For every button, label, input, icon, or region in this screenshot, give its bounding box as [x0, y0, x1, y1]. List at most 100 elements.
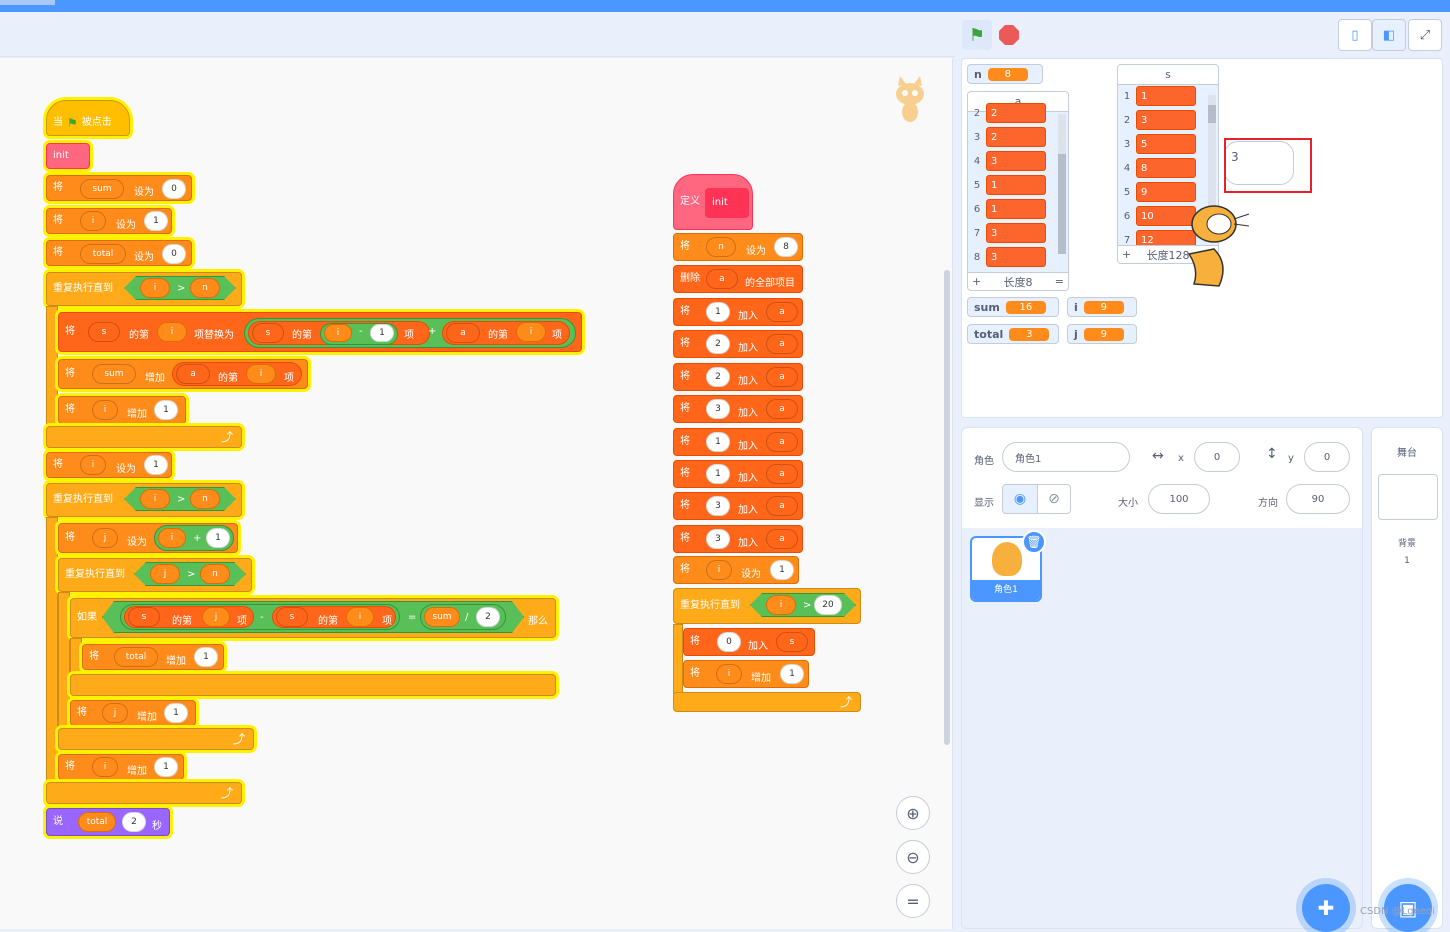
list-value[interactable]: 3 [1136, 110, 1196, 130]
i-reporter[interactable]: i [246, 364, 276, 384]
var-dropdown[interactable]: j [102, 703, 128, 723]
sprite-name-input[interactable]: 角色1 [1002, 442, 1130, 472]
green-flag-icon[interactable]: ⚑ [962, 20, 992, 50]
list-value[interactable]: 1 [986, 199, 1046, 219]
list-dropdown[interactable]: a [706, 269, 738, 289]
list-dropdown[interactable]: s [88, 322, 120, 342]
n-reporter[interactable]: n [190, 278, 220, 298]
value-input[interactable]: 1 [206, 528, 230, 548]
list-dropdown[interactable]: a [766, 399, 798, 419]
value-input[interactable]: 1 [164, 703, 188, 723]
list-scrollbar[interactable] [1058, 114, 1066, 254]
resize-handle[interactable]: = [1055, 275, 1064, 288]
list-dropdown[interactable]: a [766, 334, 798, 354]
i-reporter[interactable]: i [140, 489, 170, 509]
value-input[interactable]: 0 [162, 244, 186, 264]
zoom-in-button[interactable]: ⊕ [896, 796, 930, 830]
show-visible-icon[interactable]: ◉ [1002, 484, 1038, 514]
value-input[interactable]: 1 [370, 324, 394, 342]
var-dropdown[interactable]: i [92, 400, 118, 420]
i-reporter[interactable]: i [157, 322, 187, 342]
value-input[interactable]: 1 [154, 400, 178, 420]
list-item[interactable]: 35 [1118, 133, 1196, 155]
list-dropdown[interactable]: s [128, 607, 160, 627]
total-reporter[interactable]: total [78, 812, 116, 832]
list-dropdown[interactable]: a [766, 464, 798, 484]
x-input[interactable]: 0 [1194, 442, 1240, 472]
list-value[interactable]: 3 [986, 151, 1046, 171]
list-item[interactable]: 32 [968, 126, 1046, 148]
value-input[interactable]: 2 [706, 367, 730, 387]
list-item[interactable]: 48 [1118, 157, 1196, 179]
small-stage-icon[interactable]: ▯ [1338, 19, 1372, 51]
stage-selector-panel[interactable]: 舞台 背景 1 ▣ [1371, 427, 1443, 932]
var-dropdown[interactable]: i [80, 455, 106, 475]
fullscreen-icon[interactable]: ⤢ [1408, 19, 1442, 51]
value-input[interactable]: 1 [144, 455, 168, 475]
var-dropdown[interactable]: total [80, 244, 126, 264]
list-item[interactable]: 11 [1118, 85, 1196, 107]
value-input[interactable]: 3 [706, 399, 730, 419]
backdrop-thumbnail[interactable] [1378, 474, 1438, 520]
value-input[interactable]: 0 [717, 632, 741, 652]
list-dropdown[interactable]: a [766, 432, 798, 452]
list-item[interactable]: 23 [1118, 109, 1196, 131]
zoom-out-button[interactable]: ⊖ [896, 840, 930, 874]
var-dropdown[interactable]: total [114, 647, 158, 667]
list-dropdown[interactable]: s [276, 607, 308, 627]
workspace-scrollbar[interactable] [944, 270, 950, 745]
value-input[interactable]: 1 [770, 560, 794, 580]
add-item-button[interactable]: + [1122, 248, 1131, 261]
list-item[interactable]: 43 [968, 150, 1046, 172]
list-item[interactable]: 51 [968, 174, 1046, 196]
value-input[interactable]: 20 [814, 595, 842, 615]
zoom-reset-button[interactable]: = [896, 884, 930, 918]
list-dropdown[interactable]: a [766, 367, 798, 387]
delete-sprite-icon[interactable]: 🗑 [1022, 530, 1046, 554]
value-input[interactable]: 1 [706, 302, 730, 322]
value-input[interactable]: 8 [774, 237, 798, 257]
value-input[interactable]: 2 [122, 812, 146, 832]
i-reporter[interactable]: i [324, 324, 352, 342]
value-input[interactable]: 1 [706, 464, 730, 484]
list-value[interactable]: 1 [986, 175, 1046, 195]
list-value[interactable]: 8 [1136, 158, 1196, 178]
list-dropdown[interactable]: s [776, 632, 808, 652]
value-input[interactable]: 1 [154, 757, 178, 777]
y-input[interactable]: 0 [1304, 442, 1350, 472]
list-monitor-a[interactable]: a 22324351617383 + 长度8 = [967, 91, 1069, 291]
list-dropdown[interactable]: a [766, 529, 798, 549]
list-dropdown[interactable]: a [176, 364, 210, 384]
n-reporter[interactable]: n [200, 564, 230, 584]
init-prototype[interactable]: init [705, 188, 749, 218]
list-dropdown[interactable]: a [766, 496, 798, 516]
i-reporter[interactable]: i [346, 607, 374, 627]
code-workspace[interactable]: 当 ⚑ 被点击 init 将 sum 设为 0 将 i 设为 1 将 total… [0, 58, 953, 929]
var-dropdown[interactable]: sum [80, 179, 124, 199]
list-value[interactable]: 2 [986, 127, 1046, 147]
large-stage-icon[interactable]: ◧ [1372, 19, 1406, 51]
value-input[interactable]: 2 [706, 334, 730, 354]
list-value[interactable]: 3 [986, 223, 1046, 243]
value-input[interactable]: 0 [162, 179, 186, 199]
choose-sprite-button[interactable]: ✚ [1302, 884, 1350, 932]
list-dropdown[interactable]: s [252, 323, 284, 343]
hide-sprite-icon[interactable]: ⊘ [1037, 484, 1071, 514]
value-input[interactable]: 3 [706, 496, 730, 516]
add-item-button[interactable]: + [972, 275, 981, 288]
list-dropdown[interactable]: a [766, 302, 798, 322]
j-reporter[interactable]: j [150, 564, 180, 584]
list-dropdown[interactable]: a [446, 323, 480, 343]
var-dropdown[interactable]: i [716, 664, 742, 684]
i-reporter[interactable]: i [766, 595, 796, 615]
var-dropdown[interactable]: i [706, 560, 732, 580]
i-reporter[interactable]: i [140, 278, 170, 298]
list-item[interactable]: 22 [968, 102, 1046, 124]
list-item[interactable]: 83 [968, 246, 1046, 268]
size-input[interactable]: 100 [1148, 484, 1210, 514]
menu-tab[interactable] [0, 0, 55, 5]
var-dropdown[interactable]: sum [92, 364, 136, 384]
list-value[interactable]: 5 [1136, 134, 1196, 154]
value-input[interactable]: 3 [706, 529, 730, 549]
var-dropdown[interactable]: n [706, 237, 736, 257]
